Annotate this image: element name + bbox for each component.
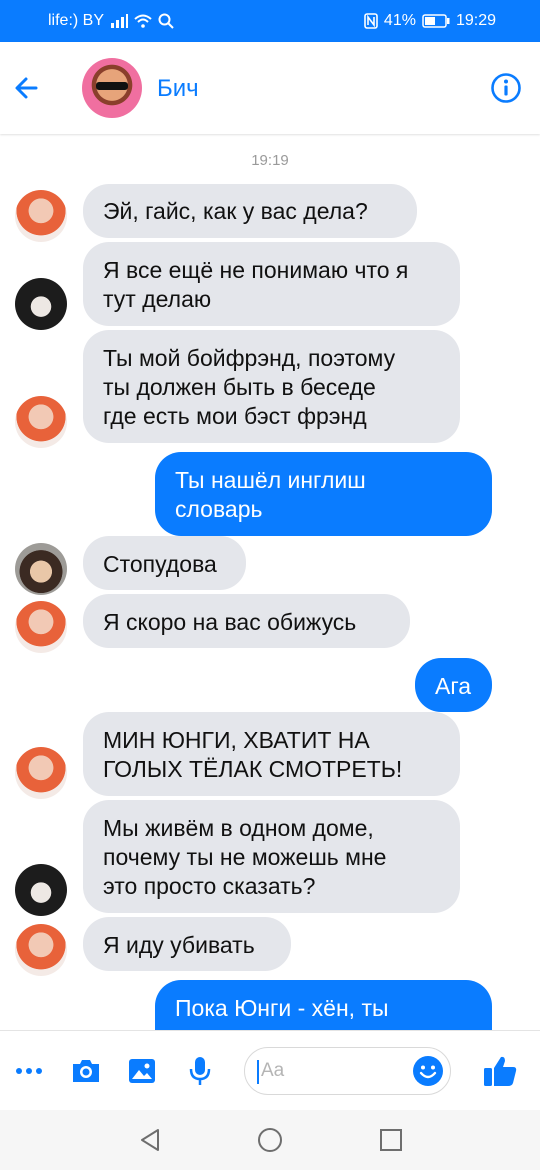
message-bubble[interactable]: Ага — [415, 658, 492, 712]
conversation-title[interactable]: Бич — [157, 75, 199, 103]
gallery-icon[interactable] — [124, 1053, 160, 1089]
composer-bar: Aa — [0, 1030, 540, 1110]
battery-percent: 41% — [383, 12, 416, 29]
text-caret — [257, 1060, 259, 1084]
nav-recents-icon[interactable] — [377, 1126, 405, 1154]
message-bubble[interactable]: Я все ещё не понимаю что я тут делаю — [83, 242, 460, 326]
message-bubble[interactable]: Я иду убивать — [83, 917, 291, 971]
wifi-icon — [134, 14, 152, 28]
signal-icon — [111, 14, 129, 28]
message-bubble[interactable]: Я скоро на вас обижусь — [83, 594, 410, 648]
message-bubble[interactable]: Ты мой бойфрэнд, поэтому ты должен быть … — [83, 330, 460, 443]
nav-back-icon[interactable] — [136, 1126, 164, 1154]
avatar-sunglasses — [96, 82, 128, 90]
back-arrow-icon[interactable] — [10, 70, 46, 106]
message-bubble[interactable]: Мы живём в одном доме, почему ты не може… — [83, 800, 460, 913]
avatar[interactable] — [15, 924, 67, 976]
message-input[interactable]: Aa — [244, 1047, 451, 1095]
avatar[interactable] — [15, 543, 67, 595]
avatar[interactable] — [82, 58, 142, 118]
search-icon — [158, 13, 174, 29]
message-bubble[interactable]: Ты нашёл инглиш словарь — [155, 452, 492, 536]
avatar[interactable] — [15, 601, 67, 653]
message-input-placeholder: Aa — [261, 1060, 285, 1081]
avatar[interactable] — [15, 864, 67, 916]
more-icon[interactable] — [11, 1053, 47, 1089]
clock: 19:29 — [455, 12, 496, 29]
like-icon[interactable] — [480, 1051, 520, 1091]
avatar[interactable] — [15, 396, 67, 448]
nfc-icon — [364, 13, 378, 29]
microphone-icon[interactable] — [182, 1053, 218, 1089]
carrier-label: life:) BY — [48, 12, 105, 29]
avatar[interactable] — [15, 747, 67, 799]
message-bubble[interactable]: Стопудова — [83, 536, 246, 590]
camera-icon[interactable] — [68, 1053, 104, 1089]
status-bar: life:) BY 41% 19:29 — [0, 0, 540, 42]
emoji-icon[interactable] — [412, 1055, 444, 1087]
system-navigation-bar — [0, 1110, 540, 1170]
message-bubble[interactable]: МИН ЮНГИ, ХВАТИТ НА ГОЛЫХ ТЁЛАК СМОТРЕТЬ… — [83, 712, 460, 796]
conversation-header: Бич — [0, 42, 540, 134]
message-bubble[interactable]: Пока Юнги - хён, ты — [155, 980, 492, 1030]
avatar[interactable] — [15, 278, 67, 330]
battery-icon — [422, 14, 450, 28]
timestamp: 19:19 — [251, 152, 289, 169]
message-bubble[interactable]: Эй, гайс, как у вас дела? — [83, 184, 417, 238]
nav-home-icon[interactable] — [256, 1126, 284, 1154]
info-icon[interactable] — [490, 72, 522, 104]
avatar[interactable] — [15, 190, 67, 242]
message-list[interactable]: 19:19 Эй, гайс, как у вас дела? Я все ещ… — [0, 134, 540, 1030]
